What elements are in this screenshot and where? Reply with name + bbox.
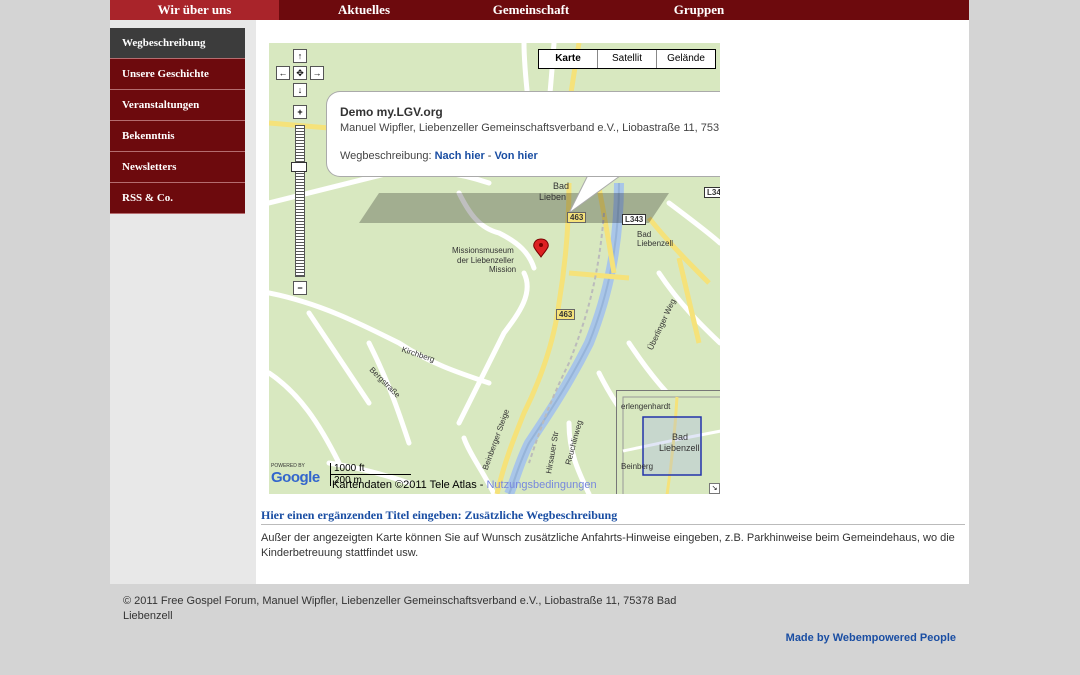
- sidebar-item-veranstaltungen[interactable]: Veranstaltungen: [110, 90, 245, 121]
- made-by-link[interactable]: Made by Webempowered People: [786, 632, 956, 644]
- map-type-karte-button[interactable]: Karte: [539, 50, 597, 68]
- map-label: Lieben: [539, 192, 567, 202]
- pan-right-button[interactable]: →: [310, 66, 324, 80]
- zoom-slider-rail[interactable]: [295, 125, 305, 277]
- map-label: Liebenzell: [637, 239, 674, 248]
- directions-separator: -: [487, 150, 492, 162]
- overview-map[interactable]: erlengenhardt Bad Liebenzell Beinberg ↘: [616, 390, 720, 494]
- directions-label: Wegbeschreibung:: [340, 150, 432, 162]
- road-shield: 463: [556, 309, 576, 320]
- info-window-title: Demo my.LGV.org: [340, 105, 443, 119]
- google-logo[interactable]: POWERED BY Google: [271, 463, 320, 486]
- road-shield: L343: [622, 214, 647, 225]
- overview-label: erlengenhardt: [621, 402, 671, 411]
- main-content: Missionsmuseum der Liebenzeller Mission …: [256, 20, 969, 584]
- map-label: Bad: [553, 181, 570, 191]
- tab-aktuelles[interactable]: Aktuelles: [305, 0, 423, 20]
- map-type-satellit-button[interactable]: Satellit: [597, 50, 656, 68]
- scale-ft: 1000 ft: [330, 463, 411, 475]
- zoom-in-button[interactable]: +: [293, 105, 307, 119]
- section-text: Außer der angezeigten Karte können Sie a…: [261, 532, 955, 559]
- directions-from-here-link[interactable]: Von hier: [495, 150, 538, 162]
- sidebar: Wegbeschreibung Unsere Geschichte Verans…: [110, 20, 256, 584]
- overview-label: Bad: [672, 432, 689, 442]
- pan-up-button[interactable]: ↑: [293, 49, 307, 63]
- map-copyright: Kartendaten ©2011 Tele Atlas - Nutzungsb…: [332, 479, 597, 491]
- map-label: Mission: [489, 265, 517, 274]
- overview-toggle-icon[interactable]: ↘: [709, 483, 720, 494]
- pan-left-button[interactable]: ←: [276, 66, 290, 80]
- map-terms-link[interactable]: Nutzungsbedingungen: [486, 479, 596, 491]
- sidebar-item-unsere-geschichte[interactable]: Unsere Geschichte: [110, 59, 245, 90]
- sidebar-navigation: Wegbeschreibung Unsere Geschichte Verans…: [110, 28, 245, 214]
- zoom-slider-thumb[interactable]: [291, 162, 307, 172]
- page-container: Wegbeschreibung Unsere Geschichte Verans…: [110, 20, 969, 584]
- zoom-out-button[interactable]: −: [293, 281, 307, 295]
- info-window-address: Manuel Wipfler, Liebenzeller Gemeinschaf…: [340, 122, 720, 134]
- road-shield: L34: [704, 187, 720, 198]
- map-type-control: Karte Satellit Gelände: [538, 49, 716, 69]
- map-label: Missionsmuseum: [452, 246, 514, 255]
- google-wordmark: Google: [271, 469, 320, 486]
- overview-label: Liebenzell: [659, 443, 700, 453]
- map-type-gelaende-button[interactable]: Gelände: [656, 50, 715, 68]
- google-map[interactable]: Missionsmuseum der Liebenzeller Mission …: [269, 43, 720, 494]
- sidebar-item-wegbeschreibung[interactable]: Wegbeschreibung: [110, 28, 245, 59]
- pan-center-button[interactable]: ✥: [293, 66, 307, 80]
- sidebar-item-rss[interactable]: RSS & Co.: [110, 183, 245, 214]
- sidebar-item-newsletters[interactable]: Newsletters: [110, 152, 245, 183]
- map-info-window: Demo my.LGV.org Manuel Wipfler, Liebenze…: [326, 91, 720, 177]
- top-navigation: Wir über uns Aktuelles Gemeinschaft Grup…: [110, 0, 969, 20]
- map-label: der Liebenzeller: [457, 256, 514, 265]
- section-title: Hier einen ergänzenden Titel eingeben: Z…: [261, 508, 965, 525]
- info-window-directions: Wegbeschreibung: Nach hier - Von hier: [340, 150, 538, 162]
- tab-gruppen[interactable]: Gruppen: [640, 0, 758, 20]
- tab-wir-ueber-uns[interactable]: Wir über uns: [110, 0, 279, 20]
- pan-down-button[interactable]: ↓: [293, 83, 307, 97]
- tab-gemeinschaft[interactable]: Gemeinschaft: [472, 0, 590, 20]
- directions-to-here-link[interactable]: Nach hier: [435, 150, 485, 162]
- map-label: Bad: [637, 230, 652, 239]
- footer-copyright: © 2011 Free Gospel Forum, Manuel Wipfler…: [123, 595, 677, 622]
- road-shield: 463: [567, 212, 587, 223]
- map-copyright-text: Kartendaten ©2011 Tele Atlas -: [332, 479, 484, 491]
- sidebar-item-bekenntnis[interactable]: Bekenntnis: [110, 121, 245, 152]
- overview-label: Beinberg: [621, 462, 654, 471]
